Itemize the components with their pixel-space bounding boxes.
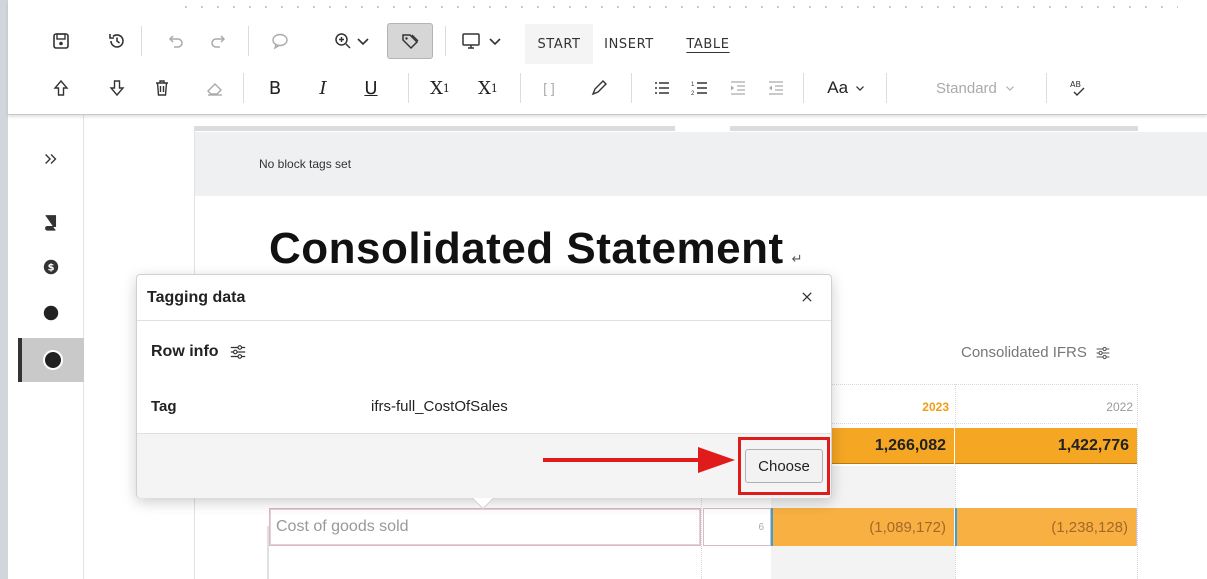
return-icon: ↵: [791, 251, 804, 266]
svg-text:1: 1: [691, 82, 695, 88]
comment-icon[interactable]: [263, 24, 297, 58]
separator: [886, 73, 887, 103]
tag-icon[interactable]: [387, 23, 433, 59]
bold-icon[interactable]: B: [260, 71, 290, 105]
move-down-icon[interactable]: [100, 71, 134, 105]
svg-text:$: $: [48, 263, 55, 274]
app: START INSERT TABLE B I U X1 X1 [ ] 1 2 A…: [0, 0, 1207, 579]
grid-line: [1137, 384, 1138, 579]
separator: [408, 73, 409, 103]
bullet-list-icon[interactable]: [645, 71, 679, 105]
move-up-icon[interactable]: [44, 71, 78, 105]
expand-sidebar-icon[interactable]: [18, 137, 84, 181]
annotation-arrow-icon: [543, 447, 735, 473]
separator: [248, 26, 249, 56]
brackets-icon[interactable]: [ ]: [534, 71, 564, 105]
chevron-down-icon: [1005, 86, 1014, 91]
row-cogs-2023[interactable]: (1,089,172): [771, 508, 954, 546]
document-heading[interactable]: Consolidated Statement ↵: [269, 224, 803, 274]
block-tags-bar[interactable]: No block tags set: [195, 132, 1207, 196]
undo-icon[interactable]: [158, 24, 192, 58]
circle-icon[interactable]: [18, 291, 84, 335]
ifrs-label[interactable]: Consolidated IFRS: [961, 344, 1111, 361]
tab-table[interactable]: TABLE: [677, 24, 739, 64]
dollar-icon[interactable]: $: [18, 245, 84, 289]
numbered-list-icon[interactable]: 12: [683, 71, 717, 105]
row-label-cost-of-goods-sold[interactable]: Cost of goods sold: [269, 508, 701, 546]
row-total-2022[interactable]: 1,422,776: [955, 428, 1137, 464]
paragraph-style-select[interactable]: Standard: [936, 71, 1017, 105]
separator: [445, 26, 446, 56]
save-icon[interactable]: [44, 24, 78, 58]
row-info-section: Row info: [151, 343, 247, 361]
eraser-icon[interactable]: [198, 71, 232, 105]
font-size-icon[interactable]: Aa: [816, 71, 878, 105]
tab-insert-label: INSERT: [604, 36, 654, 52]
chevron-down-icon[interactable]: [353, 24, 373, 58]
separator: [631, 73, 632, 103]
indent-icon[interactable]: [721, 71, 755, 105]
underline-icon[interactable]: U: [356, 71, 386, 105]
style-select-value: Standard: [936, 79, 997, 97]
separator: [803, 73, 804, 103]
tab-table-label: TABLE: [686, 36, 730, 52]
superscript-icon[interactable]: X1: [470, 71, 506, 105]
trash-icon[interactable]: [145, 71, 179, 105]
chevron-down-icon[interactable]: [485, 24, 505, 58]
popup-title: Tagging data: [147, 288, 246, 306]
year-2022-header: 2022: [1106, 400, 1133, 414]
history-icon[interactable]: [100, 24, 134, 58]
svg-text:AB: AB: [1070, 80, 1081, 89]
row-note-index[interactable]: 6: [703, 508, 771, 546]
tag-label: Tag: [151, 398, 177, 415]
close-icon[interactable]: [797, 287, 817, 307]
outdent-icon[interactable]: [759, 71, 793, 105]
choose-button[interactable]: Choose: [745, 449, 823, 483]
row-cogs-2022[interactable]: (1,238,128): [955, 508, 1137, 546]
ifrs-label-text: Consolidated IFRS: [961, 344, 1087, 361]
sliders-icon: [1096, 346, 1110, 359]
sliders-icon[interactable]: [229, 343, 247, 361]
tag-value: ifrs-full_CostOfSales: [371, 398, 508, 415]
book-icon[interactable]: [18, 200, 84, 244]
italic-icon[interactable]: I: [308, 71, 338, 105]
selected-circle-icon[interactable]: [18, 338, 84, 382]
separator: [243, 73, 244, 103]
svg-text:2: 2: [691, 91, 695, 97]
tab-start-label: START: [537, 36, 581, 52]
spellcheck-icon[interactable]: AB: [1061, 71, 1095, 105]
sidebar: $: [18, 115, 84, 579]
separator: [1046, 73, 1047, 103]
heading-text: Consolidated Statement: [269, 224, 784, 273]
block-tags-text: No block tags set: [259, 157, 352, 171]
monitor-icon[interactable]: [454, 24, 488, 58]
window-edge: [0, 0, 8, 579]
subscript-icon[interactable]: X1: [422, 71, 458, 105]
separator: [141, 26, 142, 56]
highlighter-icon[interactable]: [582, 71, 616, 105]
separator: [520, 73, 521, 103]
row-info-title: Row info: [151, 343, 219, 360]
tab-start[interactable]: START: [525, 24, 593, 64]
tab-insert[interactable]: INSERT: [593, 24, 665, 64]
toolbar: START INSERT TABLE B I U X1 X1 [ ] 1 2 A…: [8, 0, 1207, 115]
ruler-dots: [178, 5, 1178, 9]
choose-highlight-box: Choose: [738, 437, 830, 495]
redo-icon[interactable]: [202, 24, 236, 58]
popup-header: Tagging data: [137, 275, 831, 321]
